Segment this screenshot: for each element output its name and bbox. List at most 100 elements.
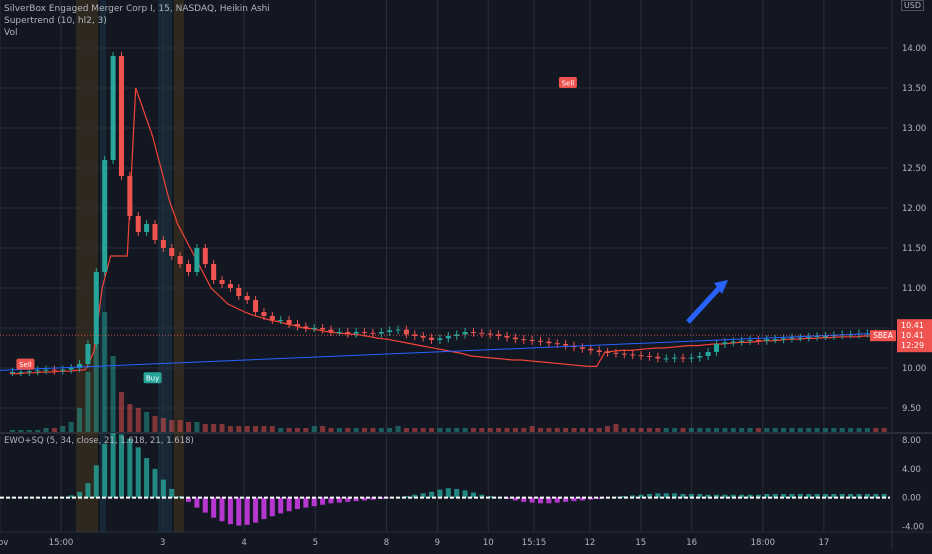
price-tick-label: 10.00: [902, 364, 926, 374]
volume-bar: [705, 428, 711, 432]
oscillator-bar: [253, 497, 259, 523]
candle-body: [236, 288, 242, 296]
volume-bar: [77, 408, 83, 432]
candle-body: [420, 336, 426, 338]
volume-bar: [127, 404, 133, 432]
volume-bar: [102, 312, 108, 432]
candle-body: [370, 332, 376, 334]
volume-bar: [512, 428, 518, 432]
candle-body: [730, 341, 736, 343]
candle-body: [68, 368, 74, 370]
chart-stage[interactable]: 14.0013.5013.0012.5012.0011.5011.0010.50…: [0, 0, 932, 550]
chart-title: SilverBox Engaged Merger Corp I, 15, NAS…: [4, 4, 270, 14]
oscillator-bar: [286, 497, 292, 512]
volume-bar: [680, 428, 686, 432]
candle-body: [462, 332, 468, 335]
oscillator-bar: [445, 488, 451, 498]
volume-bar: [311, 426, 317, 432]
candle-body: [437, 338, 443, 340]
volume-bar: [353, 428, 359, 432]
oscillator-bar: [462, 490, 468, 498]
volume-bar: [429, 428, 435, 432]
volume-bar: [554, 428, 560, 432]
candle-body: [10, 372, 16, 373]
volume-bar: [772, 428, 778, 432]
time-tick-label: 9: [435, 538, 440, 548]
candle-body: [194, 248, 200, 272]
candle-body: [127, 176, 133, 216]
price-tick-label: 11.00: [902, 284, 926, 294]
candle-body: [588, 348, 594, 351]
oscillator-bar: [144, 458, 150, 498]
volume-bar: [437, 428, 443, 432]
candle-body: [714, 344, 720, 352]
volume-bar: [663, 428, 669, 432]
volume-bar: [420, 428, 426, 432]
candle-body: [504, 336, 510, 338]
volume-bar: [747, 428, 753, 432]
time-tick-label: 15:00: [49, 538, 74, 548]
candle-body: [663, 358, 669, 360]
oscillator-bar: [278, 497, 284, 514]
candle-body: [320, 328, 326, 330]
volume-bar: [320, 426, 326, 432]
volume-bar: [621, 428, 627, 432]
volume-bar: [822, 428, 828, 432]
volume-bar: [395, 426, 401, 432]
candle-body: [186, 264, 192, 272]
volume-bar: [462, 428, 468, 432]
volume-bar: [135, 408, 141, 432]
volume-bar: [85, 372, 91, 432]
volume-bar: [722, 428, 728, 432]
volume-bar: [387, 428, 393, 432]
volume-bar: [672, 428, 678, 432]
signal-buy-label: Buy: [146, 375, 159, 383]
oscillator-bar: [303, 497, 309, 508]
candle-body: [781, 338, 787, 340]
volume-bar: [529, 426, 535, 432]
time-tick-label: 10: [483, 538, 494, 548]
volume-bar: [160, 418, 166, 432]
time-tick-label: 15: [635, 538, 646, 548]
candle-body: [579, 347, 585, 349]
candle-body: [269, 316, 275, 320]
volume-bar: [152, 416, 158, 432]
volume-label[interactable]: Vol: [4, 28, 17, 38]
oscillator-bar: [219, 497, 225, 522]
currency-label[interactable]: USD: [900, 0, 924, 11]
candle-body: [680, 357, 686, 359]
supertrend-label[interactable]: Supertrend (10, hl2, 3): [4, 16, 107, 26]
volume-bar: [831, 428, 837, 432]
volume-bar: [336, 428, 342, 432]
candle-body: [563, 344, 569, 346]
oscillator-bar: [261, 497, 267, 520]
candle-body: [85, 344, 91, 364]
oscillator-bar: [454, 488, 460, 498]
volume-bar: [51, 428, 57, 432]
candle-body: [93, 272, 99, 344]
candle-body: [596, 350, 602, 352]
oscillator-bar: [320, 497, 326, 505]
price-tick-label: 13.00: [902, 124, 926, 134]
volume-bar: [839, 428, 845, 432]
volume-bar: [345, 428, 351, 432]
candle-body: [110, 56, 116, 160]
chart-canvas[interactable]: 14.0013.5013.0012.5012.0011.5011.0010.50…: [0, 0, 932, 550]
candle-body: [705, 352, 711, 356]
oscillator-tick-label: 0.00: [902, 494, 921, 504]
candle-body: [739, 340, 745, 342]
candle-body: [646, 356, 652, 357]
candle-body: [395, 329, 401, 331]
time-tick-label: 12: [585, 538, 596, 548]
volume-bar: [269, 426, 275, 432]
volume-bar: [286, 428, 292, 432]
volume-bar: [688, 428, 694, 432]
candle-body: [336, 332, 342, 333]
candle-body: [806, 336, 812, 338]
price-tick-label: 13.50: [902, 84, 926, 94]
signal-sell-label: Sell: [562, 80, 575, 88]
volume-bar: [496, 428, 502, 432]
volume-bar: [538, 428, 544, 432]
volume-bar: [470, 428, 476, 432]
session-band: [76, 0, 98, 532]
